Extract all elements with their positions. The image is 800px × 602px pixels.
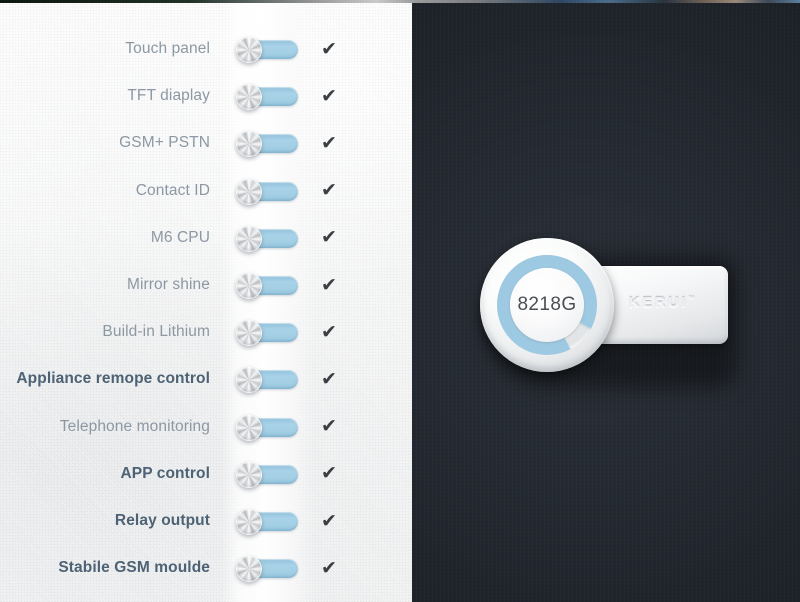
- feature-list-panel: Touch panel ✔ TFT diaplay ✔ GSM+ PSTN ✔ Contac…: [0, 0, 412, 602]
- feature-toggle-switch[interactable]: [236, 178, 298, 205]
- feature-row: APP control ✔: [0, 457, 412, 491]
- feature-toggle-switch[interactable]: [236, 461, 298, 488]
- checkmark-icon: ✔: [321, 509, 337, 532]
- feature-row: Touch panel ✔: [0, 32, 412, 66]
- checkmark-icon: ✔: [321, 556, 337, 579]
- feature-row: Relay output ✔: [0, 504, 412, 538]
- feature-toggle-switch[interactable]: [236, 273, 298, 299]
- device-face: 8218G: [510, 268, 584, 342]
- feature-label: Appliance remope control: [16, 370, 210, 388]
- toggle-knob[interactable]: [236, 37, 262, 63]
- feature-label: GSM+ PSTN: [119, 134, 210, 152]
- brand-logo: KERUI™: [606, 294, 718, 311]
- toggle-knob[interactable]: [236, 461, 262, 488]
- product-photo-panel: KERUI™ 8218G: [412, 0, 800, 602]
- checkmark-icon: ✔: [321, 320, 337, 343]
- feature-toggle-switch[interactable]: [236, 225, 298, 252]
- feature-row: GSM+ PSTN ✔: [0, 126, 412, 160]
- toggle-knob[interactable]: [236, 367, 262, 394]
- toggle-knob[interactable]: [236, 414, 262, 441]
- feature-toggle-switch[interactable]: [236, 131, 298, 158]
- feature-row: Telephone monitoring ✔: [0, 410, 412, 444]
- toggle-knob[interactable]: [236, 273, 262, 299]
- brand-logo-text: KERUI: [628, 294, 689, 311]
- feature-label: Relay output: [114, 512, 210, 529]
- toggle-knob[interactable]: [236, 556, 262, 583]
- toggle-knob[interactable]: [236, 178, 262, 205]
- feature-label: Build-in Lithium: [102, 323, 210, 341]
- feature-toggle-switch[interactable]: [236, 367, 298, 394]
- feature-row: TFT diaplay ✔: [0, 79, 412, 113]
- checkmark-icon: ✔: [321, 131, 337, 154]
- feature-row: M6 CPU ✔: [0, 221, 412, 255]
- feature-row: Build-in Lithium ✔: [0, 315, 412, 349]
- toggle-knob[interactable]: [236, 225, 262, 252]
- feature-label: Contact ID: [135, 181, 210, 199]
- checkmark-icon: ✔: [321, 367, 337, 390]
- feature-toggle-switch[interactable]: [236, 84, 298, 111]
- toggle-knob[interactable]: [236, 320, 262, 347]
- trademark-icon: ™: [688, 296, 696, 303]
- checkmark-icon: ✔: [321, 273, 337, 296]
- key-fob-device: KERUI™ 8218G: [480, 238, 740, 388]
- toggle-knob[interactable]: [236, 84, 262, 111]
- feature-toggle-switch[interactable]: [236, 509, 298, 535]
- feature-row: Mirror shine ✔: [0, 268, 412, 302]
- checkmark-icon: ✔: [321, 179, 337, 202]
- feature-label: APP control: [120, 464, 210, 482]
- feature-toggle-switch[interactable]: [236, 556, 298, 583]
- checkmark-icon: ✔: [321, 415, 337, 438]
- feature-toggle-switch[interactable]: [236, 37, 298, 63]
- checkmark-icon: ✔: [321, 226, 337, 249]
- device-round-head: 8218G: [480, 238, 614, 372]
- device-model-label: 8218G: [517, 294, 577, 315]
- feature-row: Stabile GSM moulde ✔: [0, 551, 412, 585]
- feature-label: Telephone monitoring: [59, 417, 210, 435]
- feature-label: Stabile GSM moulde: [58, 559, 210, 577]
- feature-label: Mirror shine: [126, 276, 210, 293]
- toggle-knob[interactable]: [236, 131, 262, 158]
- screenshot-root: Touch panel ✔ TFT diaplay ✔ GSM+ PSTN ✔ Contac…: [0, 0, 800, 602]
- feature-row: Appliance remope control ✔: [0, 362, 412, 396]
- checkmark-icon: ✔: [321, 462, 337, 485]
- feature-label: M6 CPU: [150, 228, 210, 246]
- toggle-knob[interactable]: [236, 509, 262, 535]
- feature-label: TFT diaplay: [127, 87, 210, 105]
- checkmark-icon: ✔: [321, 84, 337, 107]
- feature-label: Touch panel: [125, 40, 210, 57]
- checkmark-icon: ✔: [321, 37, 337, 60]
- feature-row: Contact ID ✔: [0, 174, 412, 208]
- feature-rows: Touch panel ✔ TFT diaplay ✔ GSM+ PSTN ✔ Contac…: [0, 0, 412, 602]
- feature-toggle-switch[interactable]: [236, 414, 298, 441]
- feature-toggle-switch[interactable]: [236, 320, 298, 347]
- top-edge-artifact: [0, 0, 800, 3]
